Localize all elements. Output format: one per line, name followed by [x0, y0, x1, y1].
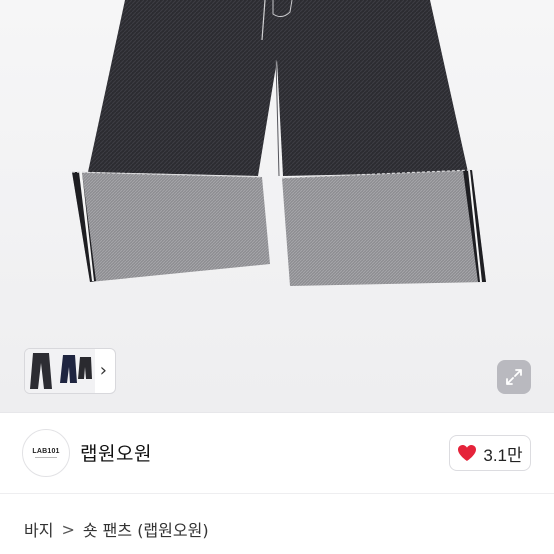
expand-icon	[506, 369, 522, 385]
breadcrumb-separator-icon: >	[61, 519, 75, 539]
shop-avatar[interactable]: LAB101	[22, 429, 70, 477]
heart-icon	[458, 445, 477, 461]
shop-name[interactable]: 랩원오원	[80, 439, 152, 466]
shop-row[interactable]: LAB101 랩원오원 3.1만	[0, 413, 554, 493]
thumbnail-strip[interactable]: ›	[24, 348, 116, 394]
avatar-logo-line	[35, 457, 57, 458]
product-image-area[interactable]: ›	[0, 0, 554, 412]
section-divider	[0, 493, 554, 494]
like-button[interactable]: 3.1만	[449, 435, 531, 471]
expand-button[interactable]	[497, 360, 531, 394]
like-count: 3.1만	[483, 445, 523, 465]
breadcrumb-item-subcategory[interactable]: 숏 팬츠 (랩원오원)	[83, 517, 209, 541]
thumbnail-image	[25, 349, 95, 393]
chevron-right-icon[interactable]: ›	[100, 361, 107, 381]
breadcrumb: 바지 > 숏 팬츠 (랩원오원)	[24, 517, 209, 541]
breadcrumb-item-category[interactable]: 바지	[24, 517, 53, 541]
avatar-logo-text: LAB101	[32, 448, 60, 455]
